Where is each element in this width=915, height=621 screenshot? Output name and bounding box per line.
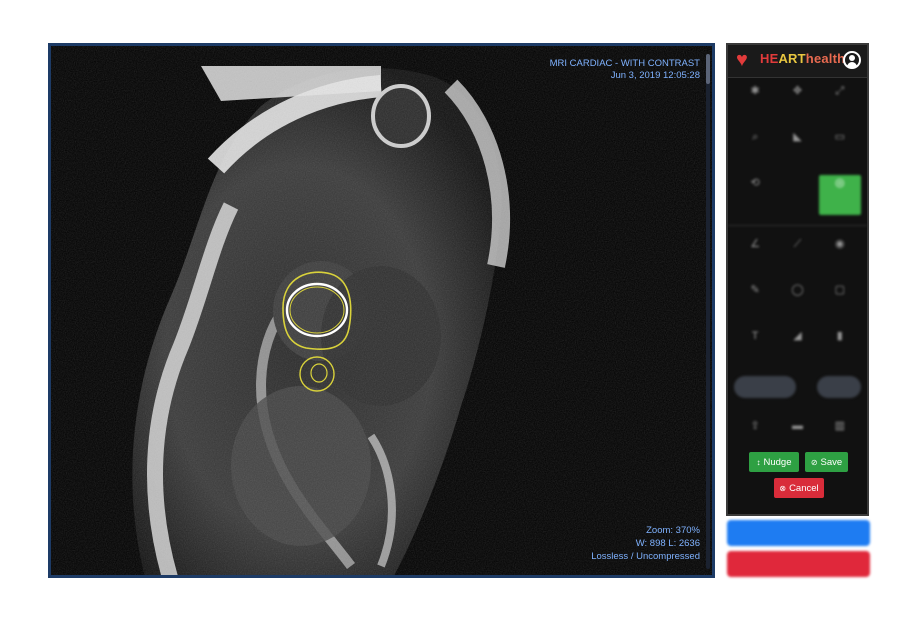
tool-button[interactable]: ▬	[776, 418, 818, 452]
region-icon: ▭	[834, 131, 846, 143]
tool-panel: ♥ HEARThealth ✱ ✥ ⤢ ⌕ ◣ ▭ ⟲ ◎ ∠ ⟋ ◉ ✎ ◯ …	[726, 43, 869, 516]
tool-button[interactable]: ⟲	[734, 175, 776, 209]
zoom-icon: ⤢	[835, 85, 845, 97]
rectangle-icon: ▢	[834, 284, 846, 296]
tool-button[interactable]: ▢	[819, 282, 861, 316]
compression-readout: Lossless / Uncompressed	[591, 551, 700, 562]
tool-button[interactable]: ◢	[776, 328, 818, 362]
length-icon: ⟋	[793, 238, 802, 250]
tool-button[interactable]: ◣	[776, 129, 818, 163]
study-title: MRI CARDIAC - WITH CONTRAST	[549, 58, 700, 69]
tool-grid-blurred: ✱ ✥ ⤢ ⌕ ◣ ▭ ⟲ ◎ ∠ ⟋ ◉ ✎ ◯ ▢ T ◢ ▮ ⇪ ▬ ▥	[728, 83, 867, 452]
tool-button[interactable]: ⟋	[776, 236, 818, 270]
tool-button[interactable]: ∠	[734, 236, 776, 270]
viewer-scroll-thumb[interactable]	[706, 54, 710, 84]
nudge-icon: ↕	[756, 457, 761, 467]
nudge-button[interactable]: ↕ Nudge	[749, 452, 799, 472]
pan-icon: ✥	[792, 85, 803, 97]
tool-button[interactable]: ⌕	[734, 129, 776, 163]
window-level-readout: W: 898 L: 2636	[635, 538, 700, 549]
tool-button[interactable]: ▭	[819, 129, 861, 163]
layout-icon: ▥	[834, 420, 846, 432]
text-icon: T	[751, 330, 759, 342]
export-icon: ⇪	[750, 420, 760, 432]
viewer-scrollbar[interactable]	[706, 54, 710, 569]
tool-button-active[interactable]: ◎	[818, 175, 861, 215]
reset-icon: ⟲	[750, 177, 760, 189]
tool-button[interactable]: ▮	[819, 328, 861, 362]
eraser-icon: ◢	[793, 330, 802, 342]
tool-button[interactable]: ▥	[819, 418, 861, 452]
nudge-label: Nudge	[763, 456, 792, 468]
image-info-overlay: Zoom: 370% W: 898 L: 2636 Lossless / Unc…	[591, 524, 700, 563]
zoom-readout: Zoom: 370%	[646, 525, 700, 536]
tool-button[interactable]: ⤢	[819, 83, 861, 117]
cancel-label: Cancel	[789, 482, 819, 494]
divider	[728, 225, 867, 226]
tool-spacer	[776, 175, 818, 209]
trash-icon: ▮	[836, 330, 843, 342]
check-circle-icon: ⊘	[810, 457, 818, 467]
tool-button[interactable]: T	[734, 328, 776, 362]
user-avatar-icon[interactable]	[843, 51, 861, 69]
tool-button[interactable]: ◯	[776, 282, 818, 316]
dropdown-pill[interactable]	[734, 376, 796, 398]
save-button[interactable]: ⊘ Save	[805, 452, 848, 472]
probe-icon: ◉	[835, 238, 845, 250]
heart-logo-icon: ♥	[736, 49, 748, 71]
tool-button[interactable]: ◉	[819, 236, 861, 270]
tool-button[interactable]: ✥	[776, 83, 818, 117]
play-icon: ▬	[791, 420, 803, 432]
close-button-blurred[interactable]	[727, 551, 870, 577]
freehand-icon: ✎	[750, 284, 760, 296]
study-datetime: Jun 3, 2019 12:05:28	[610, 70, 700, 81]
study-info-overlay: MRI CARDIAC - WITH CONTRAST Jun 3, 2019 …	[550, 58, 700, 82]
tool-button[interactable]: ✱	[734, 83, 776, 117]
ellipse-icon: ◯	[791, 284, 804, 296]
angle-icon: ∠	[750, 238, 761, 250]
accept-button-blurred[interactable]	[727, 520, 870, 546]
magnify-icon: ⌕	[752, 131, 759, 143]
x-circle-icon: ⊗	[779, 483, 787, 493]
save-label: Save	[820, 456, 843, 468]
contour-icon: ◎	[835, 177, 845, 189]
mri-image[interactable]	[51, 46, 715, 578]
star-icon: ✱	[750, 85, 760, 97]
image-viewer[interactable]: MRI CARDIAC - WITH CONTRAST Jun 3, 2019 …	[48, 43, 715, 578]
dropdown-pill[interactable]	[817, 376, 861, 398]
tool-button[interactable]: ✎	[734, 282, 776, 316]
brand-header: ♥ HEARThealth	[728, 45, 867, 78]
brand-name: HEARThealth	[760, 51, 846, 66]
cancel-button[interactable]: ⊗ Cancel	[774, 478, 824, 498]
level-icon: ◣	[793, 131, 802, 143]
tool-button[interactable]: ⇪	[734, 418, 776, 452]
